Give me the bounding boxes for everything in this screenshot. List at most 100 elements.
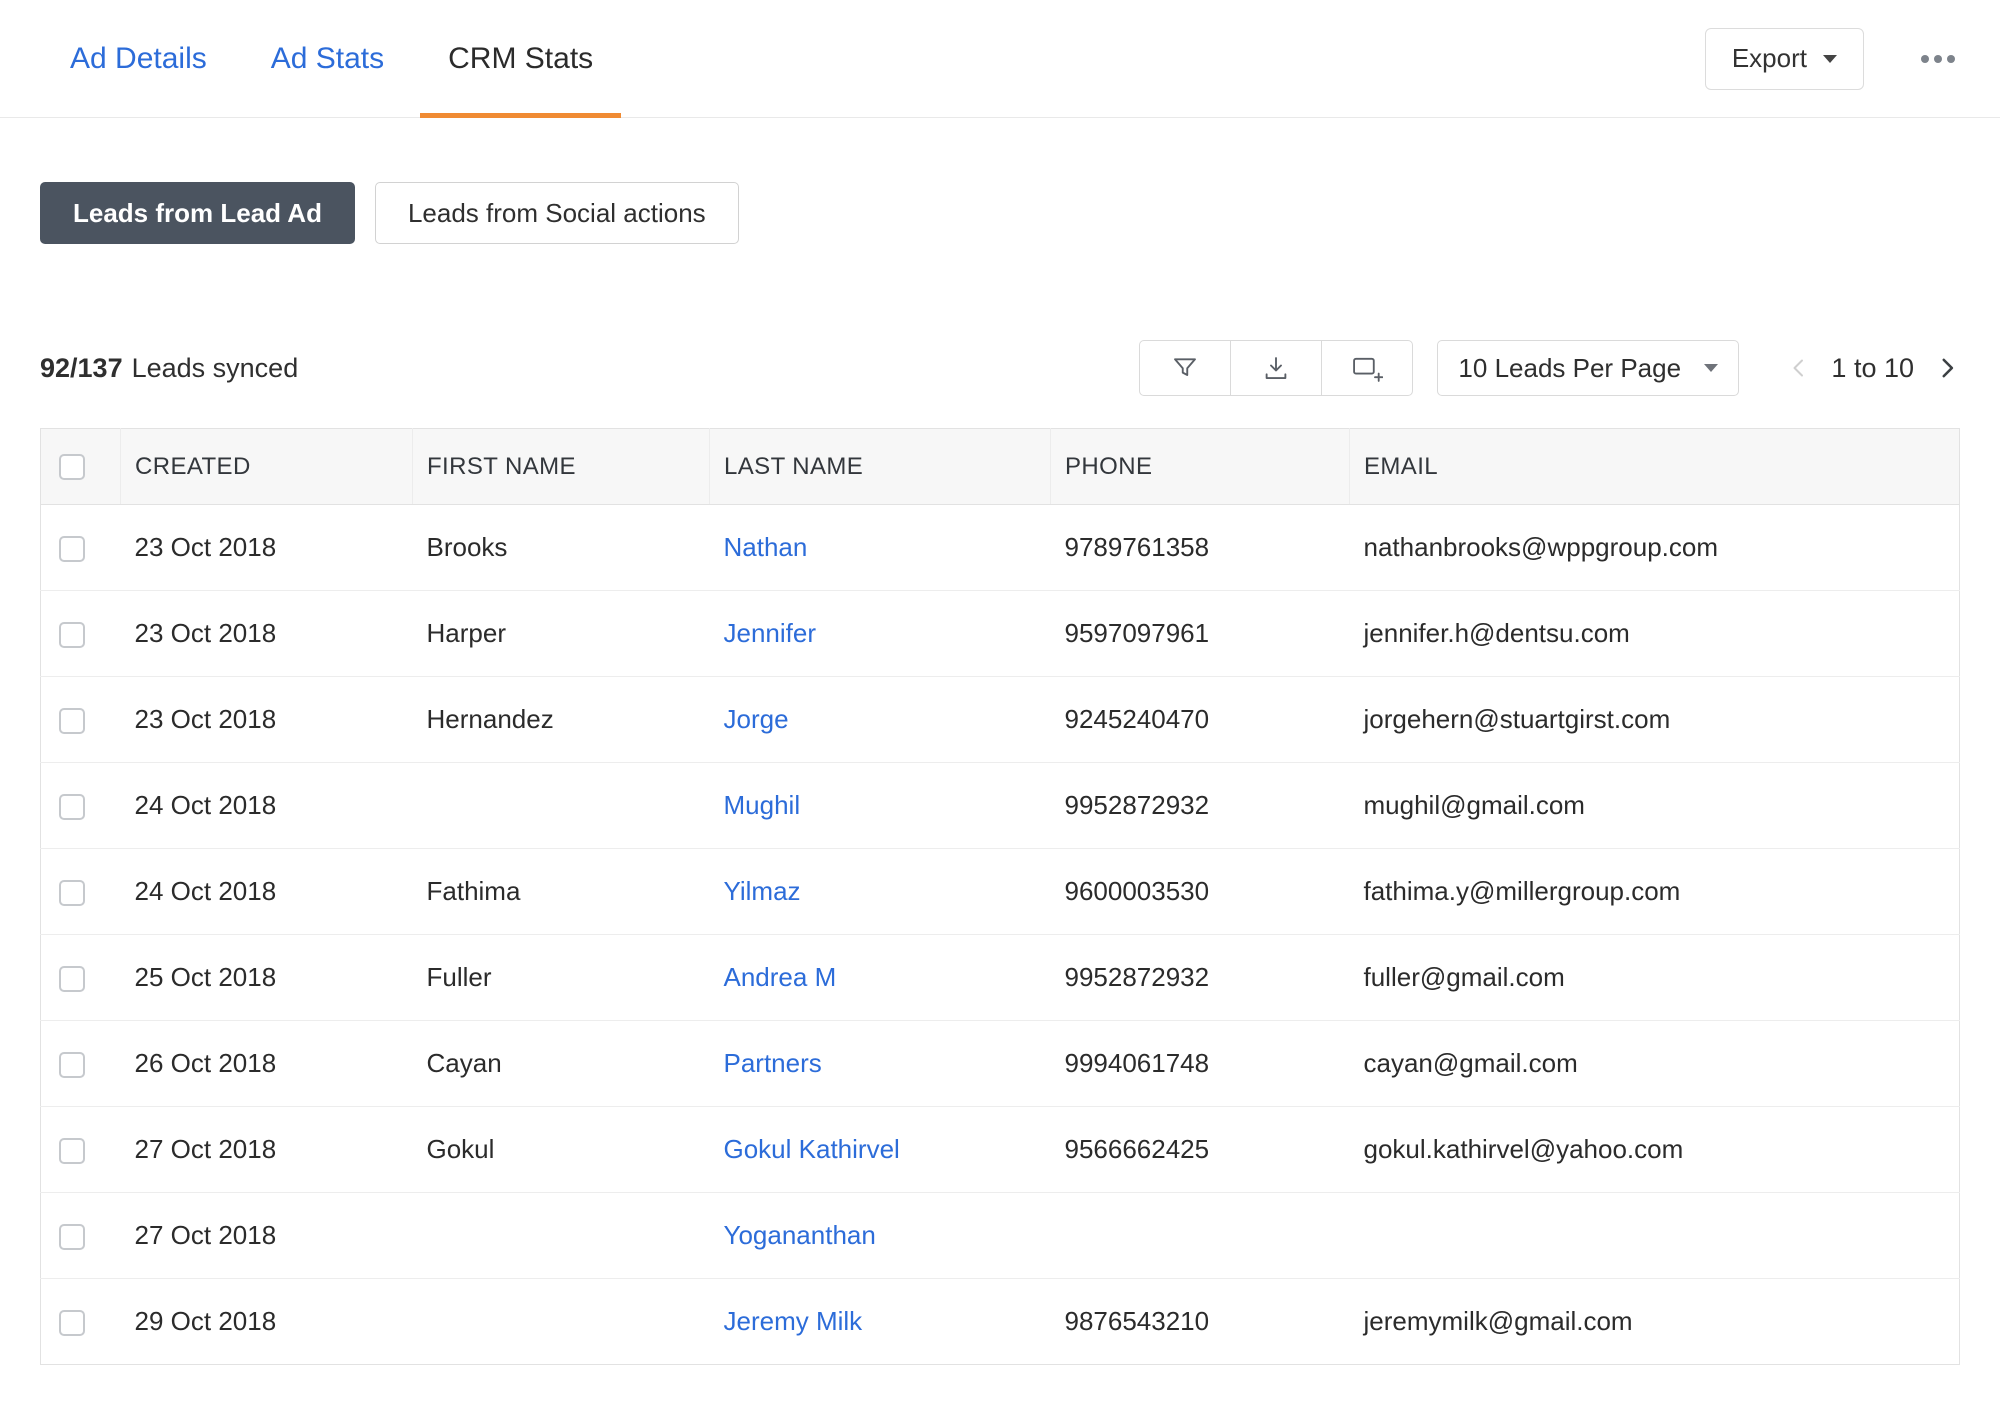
chevron-right-icon — [1934, 354, 1960, 382]
chevron-left-icon — [1787, 355, 1811, 381]
cell-email: fathima.y@millergroup.com — [1350, 849, 1960, 935]
cell-last-name: Yilmaz — [710, 849, 1051, 935]
cell-created: 23 Oct 2018 — [121, 505, 413, 591]
chevron-down-icon — [1704, 364, 1718, 372]
table-row: 24 Oct 2018 Mughil 9952872932 mughil@gma… — [41, 763, 1960, 849]
cell-last-name: Nathan — [710, 505, 1051, 591]
tab-ad-stats[interactable]: Ad Stats — [243, 0, 412, 117]
cell-created: 23 Oct 2018 — [121, 677, 413, 763]
cell-created: 27 Oct 2018 — [121, 1193, 413, 1279]
lead-name-link[interactable]: Gokul Kathirvel — [724, 1134, 900, 1164]
cell-created: 25 Oct 2018 — [121, 935, 413, 1021]
lead-name-link[interactable]: Jennifer — [724, 618, 817, 648]
row-checkbox[interactable] — [59, 1052, 85, 1078]
cell-first-name — [413, 1193, 710, 1279]
cell-phone: 9952872932 — [1051, 763, 1350, 849]
cell-email — [1350, 1193, 1960, 1279]
table-row: 27 Oct 2018 Yogananthan — [41, 1193, 1960, 1279]
table-row: 24 Oct 2018 Fathima Yilmaz 9600003530 fa… — [41, 849, 1960, 935]
filter-icon — [1170, 353, 1200, 383]
row-checkbox[interactable] — [59, 1310, 85, 1336]
pagination: 1 to 10 — [1787, 353, 1960, 384]
download-icon — [1261, 353, 1291, 383]
cell-email: gokul.kathirvel@yahoo.com — [1350, 1107, 1960, 1193]
cell-email: mughil@gmail.com — [1350, 763, 1960, 849]
row-checkbox[interactable] — [59, 1224, 85, 1250]
leads-per-page-select[interactable]: 10 Leads Per Page — [1437, 340, 1739, 396]
row-checkbox[interactable] — [59, 622, 85, 648]
row-checkbox[interactable] — [59, 966, 85, 992]
download-button[interactable] — [1230, 340, 1322, 396]
controls-right: 10 Leads Per Page 1 to 10 — [1139, 340, 1960, 396]
page-range-label: 1 to 10 — [1831, 353, 1914, 384]
cell-last-name: Jennifer — [710, 591, 1051, 677]
cell-created: 26 Oct 2018 — [121, 1021, 413, 1107]
export-button[interactable]: Export — [1705, 28, 1864, 90]
cell-phone: 9245240470 — [1051, 677, 1350, 763]
cell-last-name: Yogananthan — [710, 1193, 1051, 1279]
previous-page-button[interactable] — [1787, 355, 1811, 381]
lead-name-link[interactable]: Mughil — [724, 790, 801, 820]
cell-last-name: Gokul Kathirvel — [710, 1107, 1051, 1193]
cell-email: nathanbrooks@wppgroup.com — [1350, 505, 1960, 591]
cell-first-name — [413, 1279, 710, 1365]
row-checkbox[interactable] — [59, 1138, 85, 1164]
toggle-leads-from-social-actions[interactable]: Leads from Social actions — [375, 182, 739, 244]
cell-created: 29 Oct 2018 — [121, 1279, 413, 1365]
cell-email: jorgehern@stuartgirst.com — [1350, 677, 1960, 763]
lead-name-link[interactable]: Partners — [724, 1048, 822, 1078]
tab-ad-details[interactable]: Ad Details — [42, 0, 235, 117]
cell-first-name: Hernandez — [413, 677, 710, 763]
chevron-down-icon — [1823, 55, 1837, 63]
cell-last-name: Andrea M — [710, 935, 1051, 1021]
lead-name-link[interactable]: Jorge — [724, 704, 789, 734]
cell-phone: 9789761358 — [1051, 505, 1350, 591]
ellipsis-icon — [1919, 53, 1957, 65]
lead-name-link[interactable]: Yogananthan — [724, 1220, 876, 1250]
column-header-first-name: FIRST NAME — [413, 429, 710, 505]
column-header-last-name: LAST NAME — [710, 429, 1051, 505]
cell-last-name: Jeremy Milk — [710, 1279, 1051, 1365]
select-all-checkbox[interactable] — [59, 454, 85, 480]
cell-first-name: Gokul — [413, 1107, 710, 1193]
column-header-email: EMAIL — [1350, 429, 1960, 505]
top-tab-bar: Ad Details Ad Stats CRM Stats Export — [0, 0, 2000, 118]
lead-name-link[interactable]: Yilmaz — [724, 876, 801, 906]
filter-button[interactable] — [1139, 340, 1231, 396]
cell-phone: 9994061748 — [1051, 1021, 1350, 1107]
row-checkbox[interactable] — [59, 708, 85, 734]
table-row: 26 Oct 2018 Cayan Partners 9994061748 ca… — [41, 1021, 1960, 1107]
lead-name-link[interactable]: Jeremy Milk — [724, 1306, 863, 1336]
cell-last-name: Mughil — [710, 763, 1051, 849]
lead-name-link[interactable]: Nathan — [724, 532, 808, 562]
tab-list: Ad Details Ad Stats CRM Stats — [42, 0, 629, 117]
lead-name-link[interactable]: Andrea M — [724, 962, 837, 992]
cell-created: 27 Oct 2018 — [121, 1107, 413, 1193]
row-checkbox[interactable] — [59, 794, 85, 820]
cell-created: 24 Oct 2018 — [121, 763, 413, 849]
table-action-group — [1139, 340, 1413, 396]
row-checkbox[interactable] — [59, 880, 85, 906]
column-header-created: CREATED — [121, 429, 413, 505]
lead-source-toggles: Leads from Lead Ad Leads from Social act… — [0, 118, 2000, 244]
cell-created: 23 Oct 2018 — [121, 591, 413, 677]
cell-phone — [1051, 1193, 1350, 1279]
topbar-actions: Export — [1705, 0, 1960, 117]
table-row: 23 Oct 2018 Hernandez Jorge 9245240470 j… — [41, 677, 1960, 763]
table-row: 27 Oct 2018 Gokul Gokul Kathirvel 956666… — [41, 1107, 1960, 1193]
cell-first-name: Fathima — [413, 849, 710, 935]
table-row: 23 Oct 2018 Harper Jennifer 9597097961 j… — [41, 591, 1960, 677]
more-options-button[interactable] — [1916, 37, 1960, 81]
cell-first-name: Fuller — [413, 935, 710, 1021]
toggle-leads-from-lead-ad[interactable]: Leads from Lead Ad — [40, 182, 355, 244]
row-checkbox[interactable] — [59, 536, 85, 562]
manage-columns-button[interactable] — [1321, 340, 1413, 396]
leads-synced-status: 92/137Leads synced — [40, 353, 298, 384]
cell-email: fuller@gmail.com — [1350, 935, 1960, 1021]
leads-synced-label: Leads synced — [132, 353, 299, 383]
table-row: 29 Oct 2018 Jeremy Milk 9876543210 jerem… — [41, 1279, 1960, 1365]
tab-crm-stats[interactable]: CRM Stats — [420, 0, 621, 117]
export-button-label: Export — [1732, 43, 1807, 74]
table-row: 23 Oct 2018 Brooks Nathan 9789761358 nat… — [41, 505, 1960, 591]
next-page-button[interactable] — [1934, 354, 1960, 382]
